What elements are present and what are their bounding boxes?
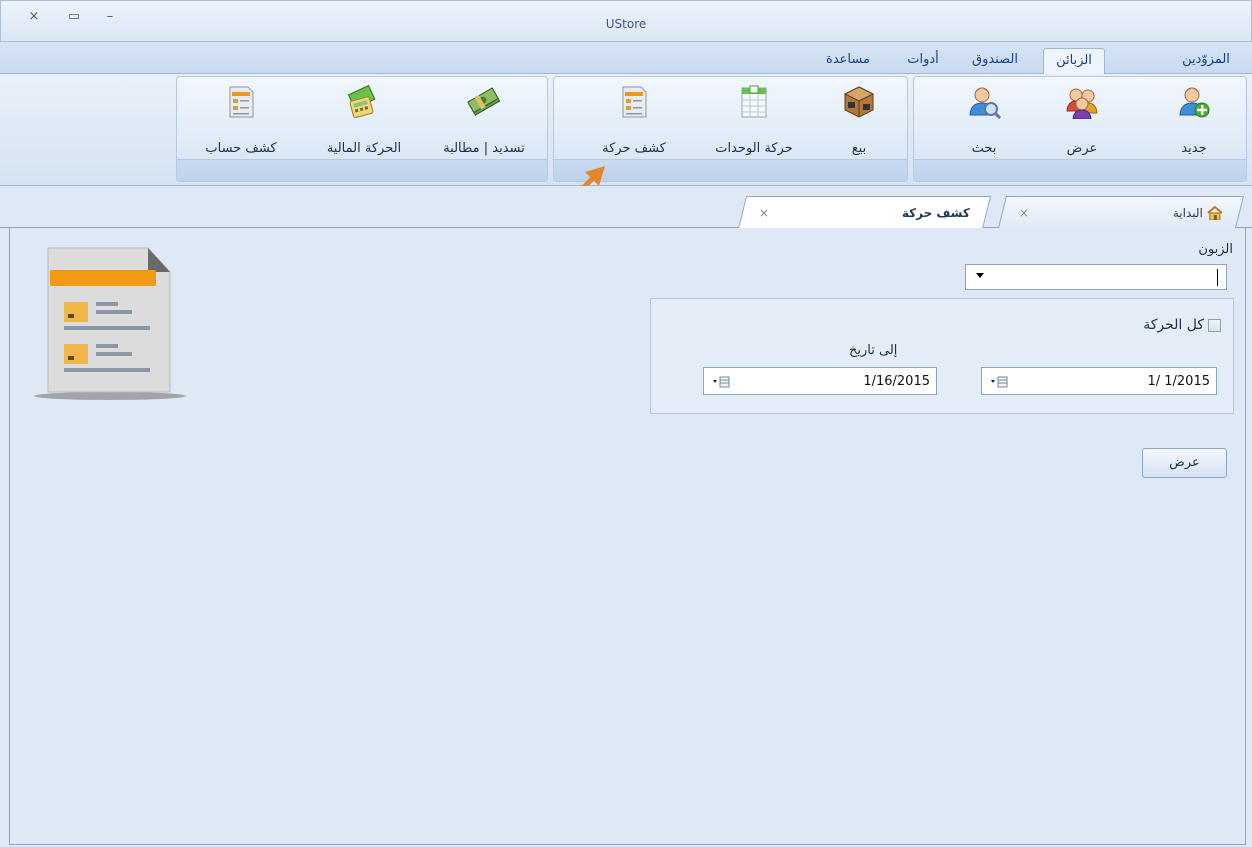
tab-help[interactable]: مساعدة xyxy=(808,48,888,74)
document-report-icon xyxy=(229,86,254,118)
all-movement-checkbox[interactable] xyxy=(1208,318,1221,332)
financial-movement-button[interactable]: الحركة المالية xyxy=(309,85,419,157)
tab-movement-statement[interactable]: كشف حركة × xyxy=(737,196,992,229)
search-customers-button[interactable]: بحث xyxy=(944,85,1024,157)
tab-cashbox[interactable]: الصندوق xyxy=(960,48,1030,74)
units-movement-label: حركة الوحدات xyxy=(715,141,793,156)
document-report-icon xyxy=(34,247,186,400)
group-footer xyxy=(177,159,547,181)
new-customer-button[interactable]: جديد xyxy=(1154,85,1234,157)
ribbon-tabs: المزوّدين الزبائن الصندوق أدوات مساعدة xyxy=(0,42,1252,74)
active-tab-label: كشف حركة xyxy=(901,206,970,220)
spreadsheet-icon xyxy=(741,85,767,118)
to-date-label: إلى تاريخ xyxy=(849,343,898,358)
group-footer xyxy=(914,159,1246,181)
tab-home[interactable]: البداية × xyxy=(998,196,1244,228)
account-statement-button[interactable]: كشف حساب xyxy=(191,85,291,157)
financial-movement-label: الحركة المالية xyxy=(326,141,402,156)
calendar-dropdown-icon[interactable] xyxy=(990,376,1010,388)
show-button[interactable]: عرض xyxy=(1142,448,1227,478)
dropdown-arrow-icon[interactable] xyxy=(976,273,984,278)
payment-claim-button[interactable]: تسديد | مطالبة xyxy=(429,85,539,157)
movement-statement-button[interactable]: كشف حركة xyxy=(584,85,684,157)
from-date-value: 1/ 1/2015 xyxy=(1147,374,1210,389)
to-date-picker[interactable]: 1/16/2015 xyxy=(703,367,937,395)
cash-icon xyxy=(467,87,501,116)
view-label: عرض xyxy=(1066,141,1098,156)
date-range-panel: كل الحركة إلى تاريخ 1/ 1/2015 1/16/2015 xyxy=(650,298,1234,414)
sell-button[interactable]: بيع xyxy=(819,85,899,157)
users-group-icon xyxy=(1066,88,1098,119)
units-movement-button[interactable]: حركة الوحدات xyxy=(704,85,804,157)
title-bar: × ▭ – UStore xyxy=(0,0,1252,42)
all-movement-label: كل الحركة xyxy=(1143,317,1204,333)
search-label: بحث xyxy=(971,141,997,156)
text-caret xyxy=(1217,269,1218,286)
home-icon xyxy=(1207,205,1223,220)
view-customers-button[interactable]: عرض xyxy=(1042,85,1122,157)
window-title: UStore xyxy=(605,17,647,31)
user-search-icon xyxy=(969,87,1001,119)
account-statement-label: كشف حساب xyxy=(205,141,277,156)
calculator-money-icon xyxy=(347,85,376,119)
calendar-dropdown-icon[interactable] xyxy=(712,376,732,388)
ribbon-group-finance: تسديد | مطالبة الحركة المالية كشف حساب xyxy=(176,76,548,182)
movement-statement-label: كشف حركة xyxy=(602,141,666,156)
add-user-icon xyxy=(1179,87,1210,118)
from-date-picker[interactable]: 1/ 1/2015 xyxy=(981,367,1217,395)
customer-combobox[interactable] xyxy=(965,264,1227,290)
document-report-icon xyxy=(622,86,647,118)
all-movement-option[interactable]: كل الحركة xyxy=(1143,317,1221,333)
payment-claim-label: تسديد | مطالبة xyxy=(443,141,525,156)
ribbon: جديد عرض بحث بيع حركة الوحدات كشف حركة ت… xyxy=(0,74,1252,186)
ribbon-group-customers: جديد عرض بحث xyxy=(913,76,1247,182)
close-tab-icon[interactable]: × xyxy=(1019,206,1029,220)
tab-suppliers[interactable]: المزوّدين xyxy=(1171,48,1241,74)
customer-label: الزبون xyxy=(1198,242,1233,257)
home-tab-label: البداية xyxy=(1172,205,1203,220)
to-date-value: 1/16/2015 xyxy=(863,374,930,389)
new-label: جديد xyxy=(1181,141,1207,156)
close-tab-icon[interactable]: × xyxy=(759,206,769,220)
document-tabs: البداية × كشف حركة × xyxy=(0,186,1252,229)
tab-tools[interactable]: أدوات xyxy=(898,48,948,74)
box-icon xyxy=(843,86,875,118)
content-area: الزبون كل الحركة إلى تاريخ 1/ 1/2015 1/1 xyxy=(9,228,1246,845)
sell-label: بيع xyxy=(851,141,867,156)
tab-customers[interactable]: الزبائن xyxy=(1043,48,1105,74)
